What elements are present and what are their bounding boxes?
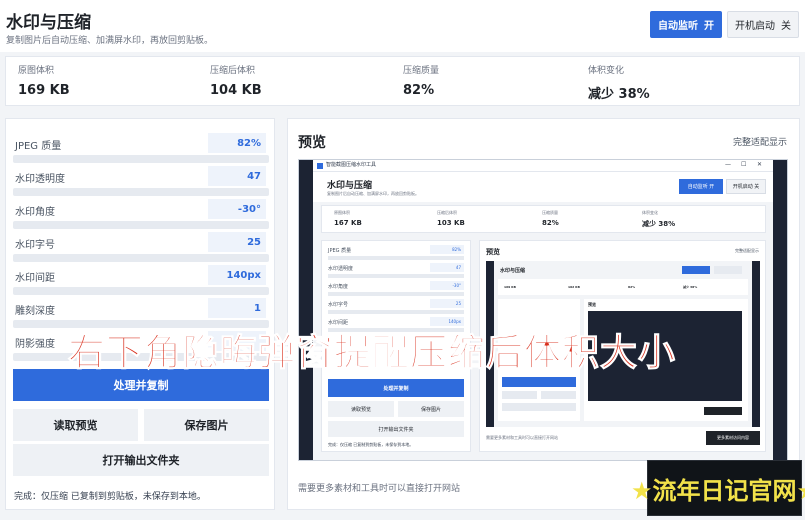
app-header: 水印与压缩 复制图片后自动压缩、加满屏水印，再放回剪贴板。 自动监听 开 开机启… [0,0,805,52]
startup-state: 关 [781,21,791,32]
startup-label: 开机启动 [735,21,775,32]
param-jpeg-quality: JPEG 质量 82% [13,133,269,163]
preview-title: 预览 [298,135,326,151]
close-icon: ✕ [757,161,763,168]
app-icon [317,163,323,169]
engrave-depth-input[interactable]: 1 [208,298,266,318]
page-title: 水印与压缩 [6,13,91,33]
stats-bar: 原图体积 169 KB 压缩后体积 104 KB 压缩质量 82% 体积变化 减… [5,56,800,106]
jpeg-quality-input[interactable]: 82% [208,133,266,153]
preview-panel: 预览 完整适配显示 智能截图压缩水印工具 — ☐ ✕ 水印与压缩 复制图片后自动… [287,118,800,510]
watermark-opacity-slider[interactable] [13,188,269,196]
stat-size-change: 体积变化 减少 38% [588,66,650,102]
auto-monitor-label: 自动监听 [658,21,698,32]
save-image-button[interactable]: 保存图片 [144,409,269,441]
startup-toggle[interactable]: 开机启动 关 [727,11,799,38]
watermark-spacing-slider[interactable] [13,287,269,295]
preview-window: 智能截图压缩水印工具 — ☐ ✕ 水印与压缩 复制图片后自动压缩、加满屏水印，再… [313,160,773,460]
watermark-font-size-slider[interactable] [13,254,269,262]
watermark-font-size-input[interactable]: 25 [208,232,266,252]
param-watermark-spacing: 水印间距 140px [13,265,269,295]
open-folder-button[interactable]: 打开输出文件夹 [13,444,269,476]
preview-hint: 需要更多素材和工具时可以直接打开网站 [298,484,461,494]
watermark-angle-slider[interactable] [13,221,269,229]
param-watermark-angle: 水印角度 -30° [13,199,269,229]
auto-monitor-toggle[interactable]: 自动监听 开 [650,11,722,38]
fit-display-link[interactable]: 完整适配显示 [733,135,787,148]
auto-monitor-state: 开 [704,21,714,32]
settings-panel: JPEG 质量 82% 水印透明度 47 水印角度 -30° 水印字号 25 水… [5,118,275,510]
jpeg-quality-slider[interactable] [13,155,269,163]
param-watermark-font-size: 水印字号 25 [13,232,269,262]
stat-quality: 压缩质量 82% [403,66,440,98]
watermark-angle-input[interactable]: -30° [208,199,266,219]
watermark-opacity-input[interactable]: 47 [208,166,266,186]
watermark-spacing-input[interactable]: 140px [208,265,266,285]
minimize-icon: — [725,161,731,168]
stat-original-size: 原图体积 169 KB [18,66,70,98]
maximize-icon: ☐ [741,161,747,168]
preview-image: 智能截图压缩水印工具 — ☐ ✕ 水印与压缩 复制图片后自动压缩、加满屏水印，再… [298,159,788,461]
param-watermark-opacity: 水印透明度 47 [13,166,269,196]
read-preview-button[interactable]: 读取预览 [13,409,138,441]
preview-window-titlebar: 智能截图压缩水印工具 — ☐ ✕ [313,160,773,172]
caption-overlay: 右下角隐晦弹窗提醒压缩后体积大小 [68,331,676,375]
site-watermark: ★流年日记官网★ [631,460,805,516]
status-message: 完成：仅压缩 已复制到剪贴板，未保存到本地。 [14,492,206,502]
stat-compressed-size: 压缩后体积 104 KB [210,66,262,98]
page-subtitle: 复制图片后自动压缩、加满屏水印，再放回剪贴板。 [6,36,214,46]
